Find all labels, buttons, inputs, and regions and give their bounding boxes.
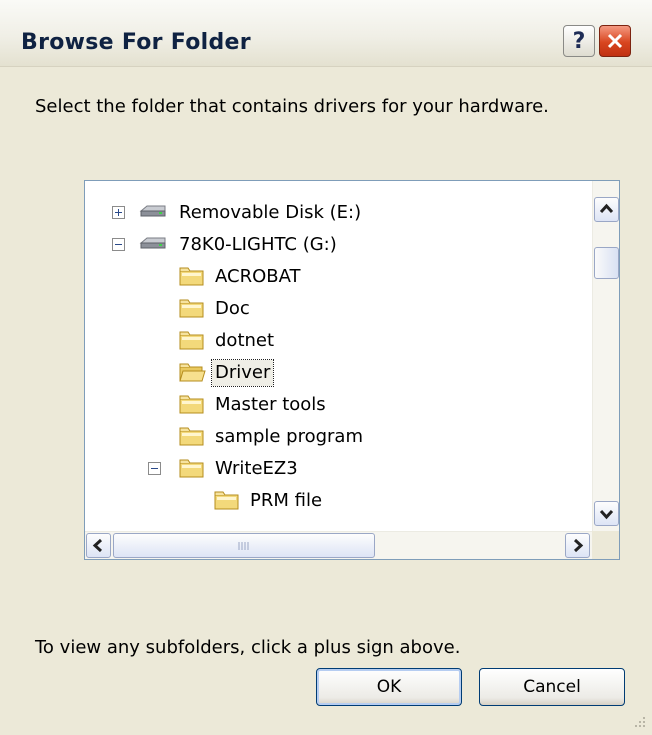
tree-item-label: Master tools xyxy=(215,394,326,415)
hint-text: To view any subfolders, click a plus sig… xyxy=(35,637,461,658)
scroll-right-button[interactable] xyxy=(565,533,590,558)
chevron-right-icon xyxy=(573,538,584,553)
tree-item-label-selected: Driver xyxy=(210,359,275,387)
title-bar[interactable]: Browse For Folder ? xyxy=(0,0,652,67)
tree-item-label: Doc xyxy=(215,298,250,319)
expand-plus-icon[interactable] xyxy=(112,206,125,219)
tree-item-acrobat[interactable]: ACROBAT xyxy=(85,261,592,293)
tree-item-writeez3[interactable]: WriteEZ3 xyxy=(85,453,592,485)
tree-item-driver[interactable]: Driver xyxy=(85,357,592,389)
tree-item-sample-program[interactable]: sample program xyxy=(85,421,592,453)
help-button[interactable]: ? xyxy=(563,25,595,57)
collapse-minus-icon[interactable] xyxy=(112,238,125,251)
scrollbar-corner xyxy=(592,531,619,559)
grip-lines-icon xyxy=(238,541,249,550)
horizontal-scroll-thumb[interactable] xyxy=(113,533,375,558)
ok-button[interactable]: OK xyxy=(316,668,462,706)
folder-icon xyxy=(179,427,204,446)
close-button[interactable] xyxy=(599,25,631,57)
tree-item-label: WriteEZ3 xyxy=(215,458,298,479)
collapse-minus-icon[interactable] xyxy=(148,462,161,475)
drive-icon xyxy=(139,237,166,249)
folder-icon xyxy=(179,299,204,318)
vertical-scroll-thumb[interactable] xyxy=(594,247,619,279)
tree-item-label: dotnet xyxy=(215,330,275,351)
folder-tree[interactable]: Removable Disk (E:) 78K0-LIGHTC (G:) ACR… xyxy=(84,180,620,560)
chevron-left-icon xyxy=(92,538,103,553)
chevron-down-icon xyxy=(599,509,614,520)
chevron-up-icon xyxy=(599,203,614,214)
tree-item-dotnet[interactable]: dotnet xyxy=(85,325,592,357)
vertical-scrollbar[interactable] xyxy=(592,181,619,531)
tree-item-label: 78K0-LIGHTC (G:) xyxy=(179,234,337,255)
horizontal-scrollbar[interactable] xyxy=(85,531,592,559)
tree-item-label: ACROBAT xyxy=(215,266,301,287)
tree-item-removable-disk[interactable]: Removable Disk (E:) xyxy=(85,197,592,229)
instruction-text: Select the folder that contains drivers … xyxy=(35,96,549,117)
resize-grip-icon[interactable] xyxy=(630,712,648,730)
tree-item-label: Removable Disk (E:) xyxy=(179,202,362,223)
help-icon: ? xyxy=(572,28,586,54)
scroll-up-button[interactable] xyxy=(594,197,619,222)
close-icon xyxy=(607,33,623,49)
folder-icon xyxy=(179,331,204,350)
browse-for-folder-dialog: Browse For Folder ? Select the folder th… xyxy=(0,0,652,735)
tree-item-doc[interactable]: Doc xyxy=(85,293,592,325)
tree-item-prm-file[interactable]: PRM file xyxy=(85,485,592,517)
tree-item-master-tools[interactable]: Master tools xyxy=(85,389,592,421)
drive-icon xyxy=(139,205,166,217)
scroll-down-button[interactable] xyxy=(594,501,619,526)
folder-icon xyxy=(179,267,204,286)
scroll-left-button[interactable] xyxy=(86,533,111,558)
folder-icon xyxy=(179,459,204,478)
dialog-title: Browse For Folder xyxy=(21,30,251,55)
tree-item-label: PRM file xyxy=(250,490,323,511)
cancel-button[interactable]: Cancel xyxy=(479,668,625,706)
folder-icon xyxy=(179,395,204,414)
tree-item-label: sample program xyxy=(215,426,363,447)
open-folder-icon xyxy=(179,363,206,382)
tree-item-78k0-lightc[interactable]: 78K0-LIGHTC (G:) xyxy=(85,229,592,261)
folder-icon xyxy=(214,491,239,510)
